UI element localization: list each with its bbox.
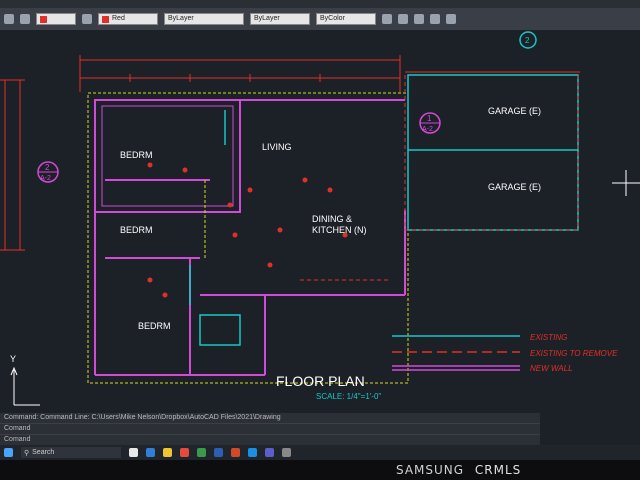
room-label-garage-1: GARAGE (E) [488,106,541,116]
word-icon[interactable] [214,448,223,457]
red-swatch-icon [102,15,109,23]
floor-plan-title: FLOOR PLAN [276,373,365,389]
ucs-icon [10,366,40,406]
settings-icon[interactable] [282,448,291,457]
room-label-living: LIVING [262,142,292,152]
teams-icon[interactable] [265,448,274,457]
layer-state-icon[interactable] [20,14,30,24]
taskbar-search[interactable]: ⚲ Search [21,447,121,458]
legend-existing-label: EXISTING [530,333,567,342]
legend-remove-label: EXISTING TO REMOVE [530,349,618,358]
command-history-line-1: Command: Command Line: C:\Users\Mike Nel… [0,413,540,424]
layer-icon[interactable] [4,14,14,24]
autocad-icon[interactable] [180,448,189,457]
lineweight-select-label: ByColor [320,15,345,22]
monitor-brand: SAMSUNG CRMLS [396,463,521,477]
properties-toolbar: Red ByLayer ByLayer ByColor [0,8,640,30]
autocad-screen: Red ByLayer ByLayer ByColor 2 A-2 1 A-2 … [0,0,640,460]
section-mark-left-num: 2 [45,163,50,172]
monitor-bezel [0,460,640,480]
command-history-line-2: Comand [0,424,540,435]
room-label-dining: DINING & [312,214,352,224]
layer-properties-dropdown[interactable]: ByLayer [164,13,244,25]
powerpoint-icon[interactable] [231,448,240,457]
section-mark-left-sheet: A-2 [40,175,51,182]
linetype-select-label: ByLayer [254,15,280,22]
title-bar [0,0,640,8]
tool-icon-4[interactable] [446,14,456,24]
layer-select-label: ByLayer [168,15,194,22]
edge-icon[interactable] [146,448,155,457]
lineweight-dropdown[interactable]: ByColor [316,13,376,25]
windows-start-icon[interactable] [4,448,13,457]
windows-taskbar: ⚲ Search [0,445,640,460]
tool-icon-3[interactable] [430,14,440,24]
color-select-label: Red [112,15,125,22]
room-label-bedrm-3: BEDRM [138,321,171,331]
tool-icon-2[interactable] [414,14,424,24]
outlook-icon[interactable] [248,448,257,457]
excel-icon[interactable] [197,448,206,457]
room-label-bedrm-1: BEDRM [120,150,153,160]
crmls-watermark: CRMLS [474,463,522,477]
house-walls [94,99,406,376]
color-dropdown[interactable]: Red [98,13,158,25]
drawing-canvas[interactable]: 2 A-2 1 A-2 2 BEDRM BEDRM BEDRM LIVING D… [0,30,640,413]
section-mark-mid-num: 1 [427,114,432,123]
room-label-bedrm-2: BEDRM [120,225,153,235]
section-mark-mid-sheet: A-2 [422,126,433,133]
floor-plan-scale: SCALE: 1/4"=1'-0" [316,392,381,401]
linetype-dropdown[interactable]: ByLayer [250,13,310,25]
hatch-borders [87,92,409,384]
task-view-icon[interactable] [129,448,138,457]
plot-style-icon[interactable] [382,14,392,24]
taskbar-search-placeholder: Search [32,449,55,456]
swatch-icon [40,15,47,23]
section-mark-top-num: 2 [525,36,530,45]
tool-icon-1[interactable] [398,14,408,24]
legend-new-label: NEW WALL [530,364,573,373]
file-explorer-icon[interactable] [163,448,172,457]
match-properties-icon[interactable] [82,14,92,24]
left-dimensions [0,79,25,251]
command-line[interactable]: Command: Command Line: C:\Users\Mike Nel… [0,413,540,446]
legend [392,335,520,371]
room-label-garage-2: GARAGE (E) [488,182,541,192]
layer-dropdown[interactable] [36,13,76,25]
crosshair-cursor-icon [612,170,640,196]
search-icon: ⚲ [24,449,30,457]
ucs-y-label: Y [10,354,16,364]
samsung-logo: SAMSUNG [396,463,465,477]
top-dimensions [79,55,580,92]
room-label-kitchen: KITCHEN (N) [312,225,367,235]
